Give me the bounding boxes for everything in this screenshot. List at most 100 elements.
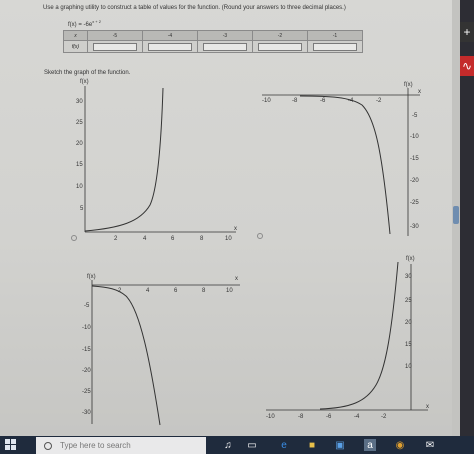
fx-input-1[interactable] xyxy=(93,42,137,51)
store-icon[interactable]: ▣ xyxy=(334,439,346,451)
x-tick-label: -2 xyxy=(381,414,387,420)
x-tick-label: -2 xyxy=(376,98,382,104)
fx-input-4[interactable] xyxy=(258,42,302,51)
fx-cell xyxy=(87,40,143,53)
x-tick-label: 6 xyxy=(171,236,175,242)
function-prefix: f(x) = -6e xyxy=(68,22,93,28)
y-tick-label: -10 xyxy=(82,325,91,331)
function-curve xyxy=(84,87,164,232)
x-tick-label: 10 xyxy=(225,236,232,242)
y-tick-label: 25 xyxy=(76,120,83,126)
fx-cell xyxy=(197,40,253,53)
y-tick-label: 30 xyxy=(76,99,83,105)
function-exponent: x + 2 xyxy=(92,19,101,24)
values-table: x -5 -4 -3 -2 -1 f(x) xyxy=(63,30,363,53)
fx-row: f(x) xyxy=(63,40,363,53)
x-header: x xyxy=(63,30,88,41)
fx-header: f(x) xyxy=(63,40,88,53)
graph-option-3[interactable]: f(x) x 2 4 6 8 10 -5 -10 -15 -20 -25 -30 xyxy=(70,268,250,428)
fx-cell xyxy=(252,40,308,53)
chrome-icon[interactable]: ◉ xyxy=(394,439,406,451)
fx-cell xyxy=(142,40,198,53)
function-curve xyxy=(91,285,161,426)
y-tick-label: 10 xyxy=(405,364,412,370)
task-view-icon[interactable]: ▭ xyxy=(246,439,258,451)
mail-icon[interactable]: ✉ xyxy=(424,439,436,451)
edge-icon[interactable]: e xyxy=(278,439,290,451)
taskbar: Type here to search ♫ ▭ e ■ ▣ a ◉ ✉ xyxy=(0,436,474,454)
y-tick-label: 20 xyxy=(76,141,83,147)
x-tick-label: 4 xyxy=(143,236,147,242)
y-tick-label: -5 xyxy=(84,303,90,309)
x-tick-label: 8 xyxy=(200,236,204,242)
fx-axis-label: f(x) xyxy=(87,274,96,280)
y-tick-label: -30 xyxy=(410,224,419,230)
graph-option-2[interactable]: f(x) x -10 -8 -6 -4 -2 -5 -10 -15 -20 -2… xyxy=(260,80,432,242)
y-tick-label: -25 xyxy=(82,389,91,395)
y-tick-label: -25 xyxy=(410,200,419,206)
x-axis-label: x xyxy=(234,226,237,232)
x-value-cell: -2 xyxy=(252,30,308,41)
x-tick-label: 6 xyxy=(174,288,178,294)
y-tick-label: -15 xyxy=(82,347,91,353)
x-tick-label: -8 xyxy=(298,414,304,420)
fx-axis-label: f(x) xyxy=(404,82,413,88)
y-tick-label: 15 xyxy=(405,342,412,348)
homework-page: Use a graphing utility to construct a ta… xyxy=(0,0,474,436)
y-tick-label: 15 xyxy=(76,162,83,168)
y-tick-label: 30 xyxy=(405,274,412,280)
side-panel: + ∿ xyxy=(460,0,474,436)
file-explorer-icon[interactable]: ■ xyxy=(306,439,318,451)
graph-option-1-radio[interactable] xyxy=(71,235,77,241)
y-tick-label: 25 xyxy=(405,298,412,304)
x-tick-label: 10 xyxy=(226,288,233,294)
wave-icon[interactable]: ∿ xyxy=(460,56,474,76)
x-axis-label: x xyxy=(235,276,238,282)
x-tick-label: 4 xyxy=(146,288,150,294)
y-tick-label: -30 xyxy=(82,410,91,416)
graph-option-1[interactable]: f(x) x 30 25 20 15 10 5 2 4 6 8 10 xyxy=(60,76,240,242)
fx-input-5[interactable] xyxy=(313,42,357,51)
y-tick-label: 10 xyxy=(76,184,83,190)
graph-option-2-radio[interactable] xyxy=(257,233,263,239)
x-value-cell: -4 xyxy=(142,30,198,41)
x-tick-label: -10 xyxy=(262,98,271,104)
y-tick-label: -20 xyxy=(82,368,91,374)
search-placeholder: Type here to search xyxy=(60,441,131,450)
x-tick-label: 8 xyxy=(202,288,206,294)
windows-start-icon[interactable] xyxy=(5,439,17,451)
x-value-cell: -3 xyxy=(197,30,253,41)
y-tick-label: -20 xyxy=(410,178,419,184)
x-value-cell: -1 xyxy=(307,30,363,41)
scrollbar-thumb[interactable] xyxy=(453,206,459,224)
x-tick-label: -10 xyxy=(266,414,275,420)
x-tick-label: -6 xyxy=(326,414,332,420)
plus-icon[interactable]: + xyxy=(460,22,474,42)
amazon-icon[interactable]: a xyxy=(364,439,376,451)
function-curve xyxy=(299,95,391,235)
y-tick-label: -10 xyxy=(410,134,419,140)
fx-input-3[interactable] xyxy=(203,42,247,51)
microphone-icon[interactable]: ♫ xyxy=(222,439,234,451)
x-tick-label: -6 xyxy=(320,98,326,104)
instruction-text: Use a graphing utility to construct a ta… xyxy=(43,5,346,11)
fx-axis-label: f(x) xyxy=(406,256,415,262)
fx-axis-label: f(x) xyxy=(80,79,89,85)
x-axis-label: x xyxy=(418,89,421,95)
fx-input-2[interactable] xyxy=(148,42,192,51)
x-value-cell: -5 xyxy=(87,30,143,41)
y-tick-label: 5 xyxy=(80,206,84,212)
x-axis-label: x xyxy=(426,404,429,410)
x-row: x -5 -4 -3 -2 -1 xyxy=(63,30,363,41)
y-tick-label: -5 xyxy=(412,113,418,119)
graph-option-4[interactable]: f(x) x 30 25 20 15 10 -10 -8 -6 -4 -2 xyxy=(262,252,434,426)
function-label: f(x) = -6ex + 2 xyxy=(68,19,101,28)
x-tick-label: 2 xyxy=(114,236,118,242)
x-tick-label: -4 xyxy=(354,414,360,420)
x-tick-label: -8 xyxy=(292,98,298,104)
y-tick-label: 20 xyxy=(405,320,412,326)
function-curve xyxy=(319,261,399,410)
taskbar-search[interactable]: Type here to search xyxy=(36,437,206,454)
search-icon xyxy=(44,441,52,450)
y-tick-label: -15 xyxy=(410,156,419,162)
